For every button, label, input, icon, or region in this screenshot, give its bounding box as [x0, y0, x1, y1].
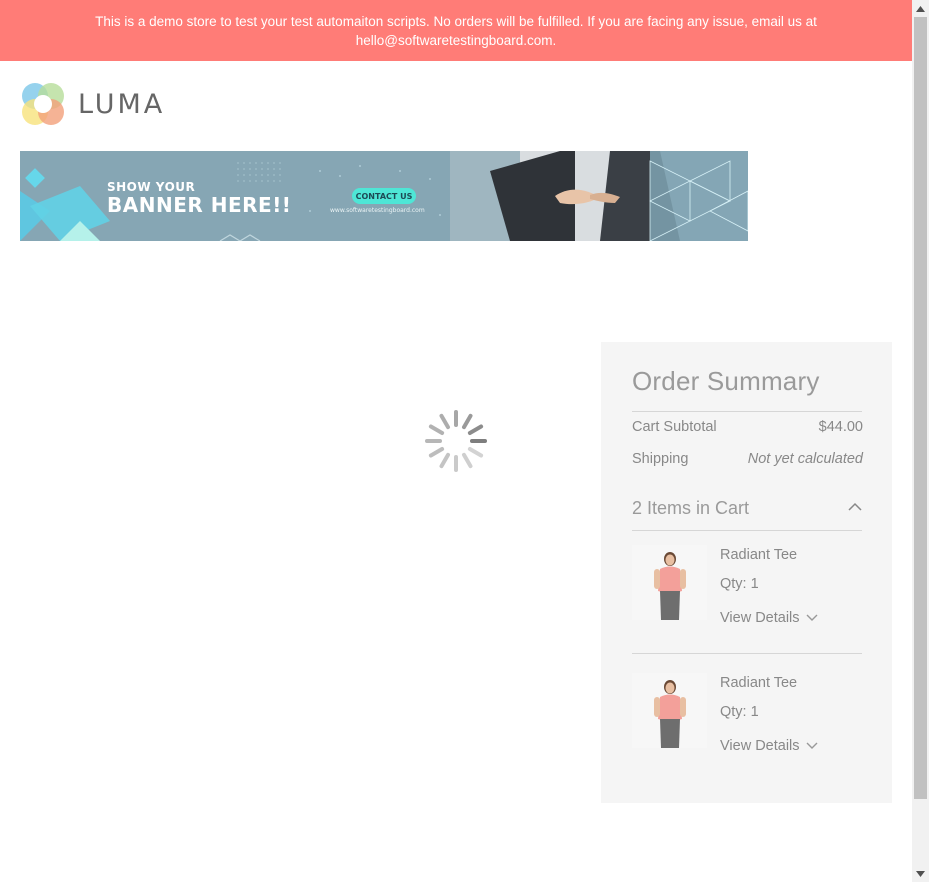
handshake-photo: [450, 151, 748, 241]
chevron-up-icon: [848, 502, 862, 511]
order-summary-panel: Order Summary Cart Subtotal $44.00 Shipp…: [601, 342, 892, 803]
item-name: Radiant Tee: [720, 547, 798, 563]
demo-notice-bar: This is a demo store to test your test a…: [0, 0, 912, 61]
demo-notice-text: This is a demo store to test your test a…: [95, 13, 817, 48]
banner-headline-large: BANNER HERE!!: [107, 193, 292, 217]
items-in-cart-title: 2 Items in Cart: [632, 498, 750, 518]
order-summary-title: Order Summary: [632, 366, 820, 396]
scrollbar-thumb[interactable]: [914, 17, 927, 799]
logo-wordmark: LUMA: [78, 88, 166, 120]
product-thumbnail[interactable]: [632, 545, 707, 620]
cart-item: Radiant Tee Qty: 1 View Details: [632, 545, 862, 655]
promo-banner[interactable]: SHOW YOUR BANNER HERE!! CONTACT US www.s…: [20, 151, 748, 241]
vertical-scrollbar[interactable]: [912, 0, 929, 882]
luma-logo[interactable]: LUMA: [20, 81, 170, 127]
summary-divider: [632, 411, 862, 412]
item-qty: Qty: 1: [720, 704, 759, 720]
banner-url-text: www.softwaretestingboard.com: [330, 207, 425, 214]
page: This is a demo store to test your test a…: [0, 0, 912, 882]
cart-subtotal-label: Cart Subtotal: [632, 419, 717, 435]
view-details-label: View Details: [720, 738, 800, 754]
view-details-label: View Details: [720, 610, 800, 626]
loading-spinner-icon: [425, 410, 487, 472]
view-details-toggle[interactable]: View Details: [720, 610, 818, 626]
items-in-cart-toggle[interactable]: 2 Items in Cart: [632, 498, 862, 519]
shipping-label: Shipping: [632, 451, 689, 467]
scroll-down-arrow-icon[interactable]: [912, 865, 929, 882]
item-divider: [632, 653, 862, 654]
banner-headline-small: SHOW YOUR: [107, 180, 196, 194]
luma-logo-icon: [22, 83, 64, 125]
item-qty: Qty: 1: [720, 576, 759, 592]
chevron-down-icon: [806, 614, 818, 621]
product-thumbnail[interactable]: [632, 673, 707, 748]
view-details-toggle[interactable]: View Details: [720, 738, 818, 754]
shipping-value: Not yet calculated: [747, 451, 863, 467]
cart-item: Radiant Tee Qty: 1 View Details: [632, 673, 862, 783]
item-name: Radiant Tee: [720, 675, 798, 691]
scroll-up-arrow-icon[interactable]: [912, 0, 929, 17]
cart-subtotal-value: $44.00: [818, 419, 863, 435]
chevron-down-icon: [806, 742, 818, 749]
banner-contact-button[interactable]: CONTACT US: [352, 188, 416, 204]
cart-divider: [632, 530, 862, 531]
